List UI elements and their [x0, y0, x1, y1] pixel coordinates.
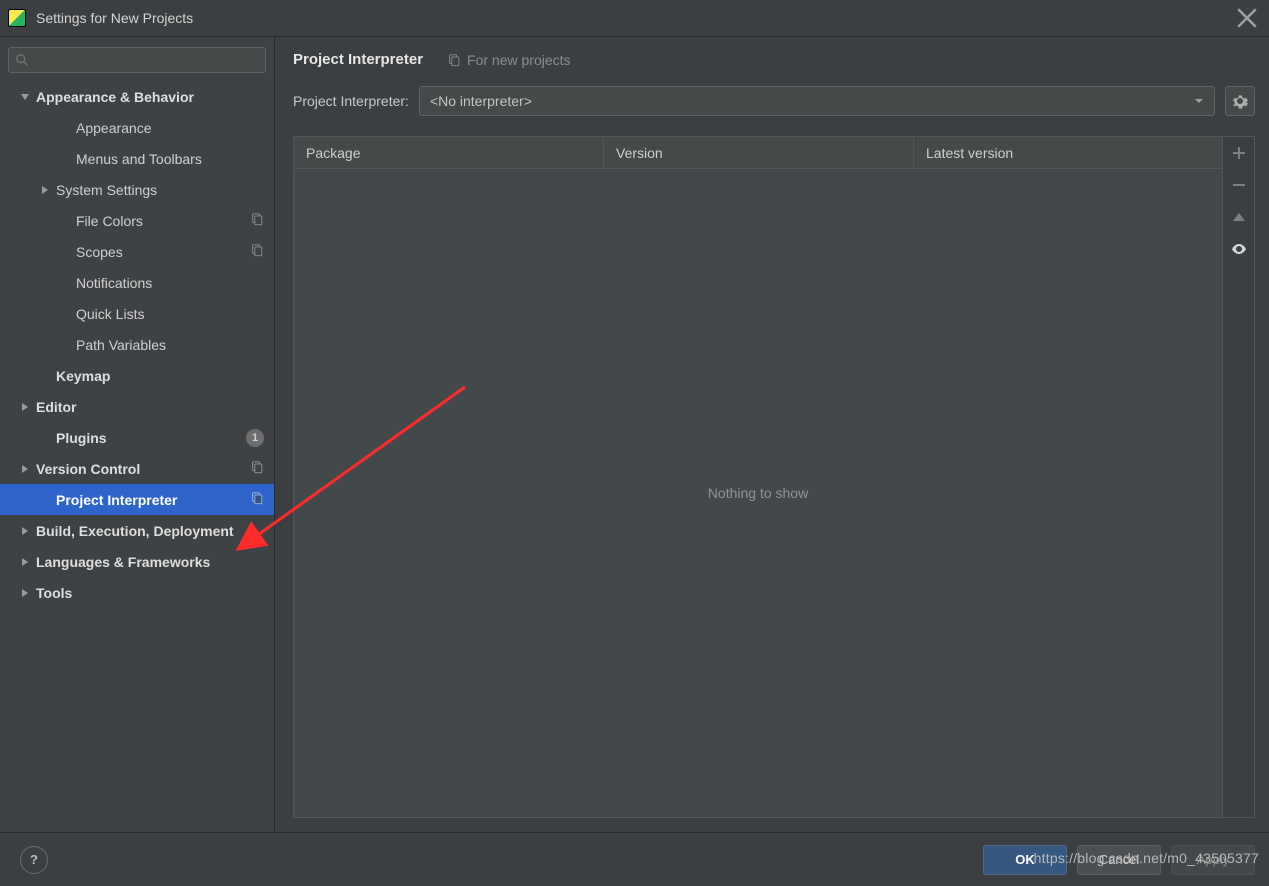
copy-icon — [250, 243, 264, 260]
minus-icon — [1231, 177, 1247, 193]
breadcrumb: Project Interpreter For new projects — [293, 51, 1255, 68]
col-latest-version[interactable]: Latest version — [914, 137, 1222, 169]
close-button[interactable] — [1233, 4, 1261, 32]
sidebar-item-label: Appearance & Behavior — [36, 89, 264, 105]
chevron-right-icon — [18, 400, 32, 414]
sidebar-item-appearance[interactable]: Appearance — [0, 112, 274, 143]
sidebar-item-label: Plugins — [56, 430, 246, 446]
sidebar-item-file-colors[interactable]: File Colors — [0, 205, 274, 236]
sidebar-item-label: Build, Execution, Deployment — [36, 523, 264, 539]
search-wrap — [0, 37, 274, 81]
sidebar-item-label: Version Control — [36, 461, 250, 477]
sidebar-item-plugins[interactable]: Plugins1 — [0, 422, 274, 453]
chevron-right-icon — [38, 183, 52, 197]
gear-icon — [1232, 93, 1248, 109]
eye-icon — [1231, 241, 1247, 257]
triangle-up-icon — [1231, 209, 1247, 225]
main-panel: Project Interpreter For new projects Pro… — [275, 37, 1269, 832]
sidebar-item-label: Path Variables — [76, 337, 264, 353]
remove-package-button[interactable] — [1223, 169, 1255, 201]
sidebar-item-languages-frameworks[interactable]: Languages & Frameworks — [0, 546, 274, 577]
footer: ? OK Cancel Apply — [0, 832, 1269, 886]
page-title: Project Interpreter — [293, 51, 423, 68]
table-header: Package Version Latest version — [294, 137, 1222, 169]
copy-icon — [250, 460, 264, 477]
app-icon — [8, 9, 26, 27]
sidebar-item-label: Menus and Toolbars — [76, 151, 264, 167]
sidebar: Appearance & Behavior Appearance Menus and… — [0, 37, 275, 832]
sidebar-item-label: Keymap — [56, 368, 264, 384]
settings-tree: Appearance & Behavior Appearance Menus and… — [0, 81, 274, 832]
packages-table-area: Package Version Latest version Nothing t… — [293, 136, 1255, 818]
interpreter-value: <No interpreter> — [430, 93, 1194, 109]
sidebar-item-keymap[interactable]: Keymap — [0, 360, 274, 391]
chevron-down-icon — [18, 90, 32, 104]
sidebar-item-label: Languages & Frameworks — [36, 554, 264, 570]
sidebar-item-path-variables[interactable]: Path Variables — [0, 329, 274, 360]
search-icon — [15, 53, 29, 67]
copy-icon — [250, 491, 264, 508]
copy-icon — [250, 212, 264, 229]
sidebar-item-version-control[interactable]: Version Control — [0, 453, 274, 484]
body: Appearance & Behavior Appearance Menus and… — [0, 36, 1269, 832]
badge: 1 — [246, 429, 264, 447]
page-subtitle-text: For new projects — [467, 52, 570, 68]
sidebar-item-menus-and-toolbars[interactable]: Menus and Toolbars — [0, 143, 274, 174]
chevron-right-icon — [18, 586, 32, 600]
search-box[interactable] — [8, 47, 266, 73]
copy-icon — [447, 53, 461, 67]
sidebar-item-label: Scopes — [76, 244, 250, 260]
add-package-button[interactable] — [1223, 137, 1255, 169]
sidebar-item-build-execution-deployment[interactable]: Build, Execution, Deployment — [0, 515, 274, 546]
interpreter-row: Project Interpreter: <No interpreter> — [293, 86, 1255, 116]
title-bar: Settings for New Projects — [0, 0, 1269, 36]
plus-icon — [1231, 145, 1247, 161]
sidebar-item-label: Tools — [36, 585, 264, 601]
sidebar-item-quick-lists[interactable]: Quick Lists — [0, 298, 274, 329]
col-package[interactable]: Package — [294, 137, 604, 169]
window-title: Settings for New Projects — [36, 10, 193, 26]
sidebar-item-label: Editor — [36, 399, 264, 415]
sidebar-item-label: Appearance — [76, 120, 264, 136]
packages-table: Package Version Latest version Nothing t… — [294, 137, 1222, 817]
chevron-down-icon — [1194, 93, 1204, 109]
sidebar-item-scopes[interactable]: Scopes — [0, 236, 274, 267]
sidebar-item-notifications[interactable]: Notifications — [0, 267, 274, 298]
empty-text: Nothing to show — [708, 485, 808, 501]
search-input[interactable] — [33, 53, 259, 68]
sidebar-item-label: Project Interpreter — [56, 492, 250, 508]
sidebar-item-label: Quick Lists — [76, 306, 264, 322]
apply-button[interactable]: Apply — [1171, 845, 1255, 875]
interpreter-combobox[interactable]: <No interpreter> — [419, 86, 1215, 116]
col-version[interactable]: Version — [604, 137, 914, 169]
sidebar-item-project-interpreter[interactable]: Project Interpreter — [0, 484, 274, 515]
sidebar-item-editor[interactable]: Editor — [0, 391, 274, 422]
cancel-button[interactable]: Cancel — [1077, 845, 1161, 875]
sidebar-item-appearance-behavior[interactable]: Appearance & Behavior — [0, 81, 274, 112]
help-button[interactable]: ? — [20, 846, 48, 874]
close-icon — [1233, 4, 1261, 32]
upgrade-package-button[interactable] — [1223, 201, 1255, 233]
ok-button[interactable]: OK — [983, 845, 1067, 875]
interpreter-label: Project Interpreter: — [293, 93, 409, 109]
page-subtitle: For new projects — [447, 52, 570, 68]
package-actions — [1222, 137, 1254, 817]
chevron-right-icon — [18, 555, 32, 569]
table-body-empty: Nothing to show — [294, 169, 1222, 817]
sidebar-item-label: System Settings — [56, 182, 264, 198]
interpreter-settings-button[interactable] — [1225, 86, 1255, 116]
chevron-right-icon — [18, 462, 32, 476]
sidebar-item-label: Notifications — [76, 275, 264, 291]
show-early-releases-button[interactable] — [1223, 233, 1255, 265]
chevron-right-icon — [18, 524, 32, 538]
sidebar-item-system-settings[interactable]: System Settings — [0, 174, 274, 205]
sidebar-item-label: File Colors — [76, 213, 250, 229]
sidebar-item-tools[interactable]: Tools — [0, 577, 274, 608]
